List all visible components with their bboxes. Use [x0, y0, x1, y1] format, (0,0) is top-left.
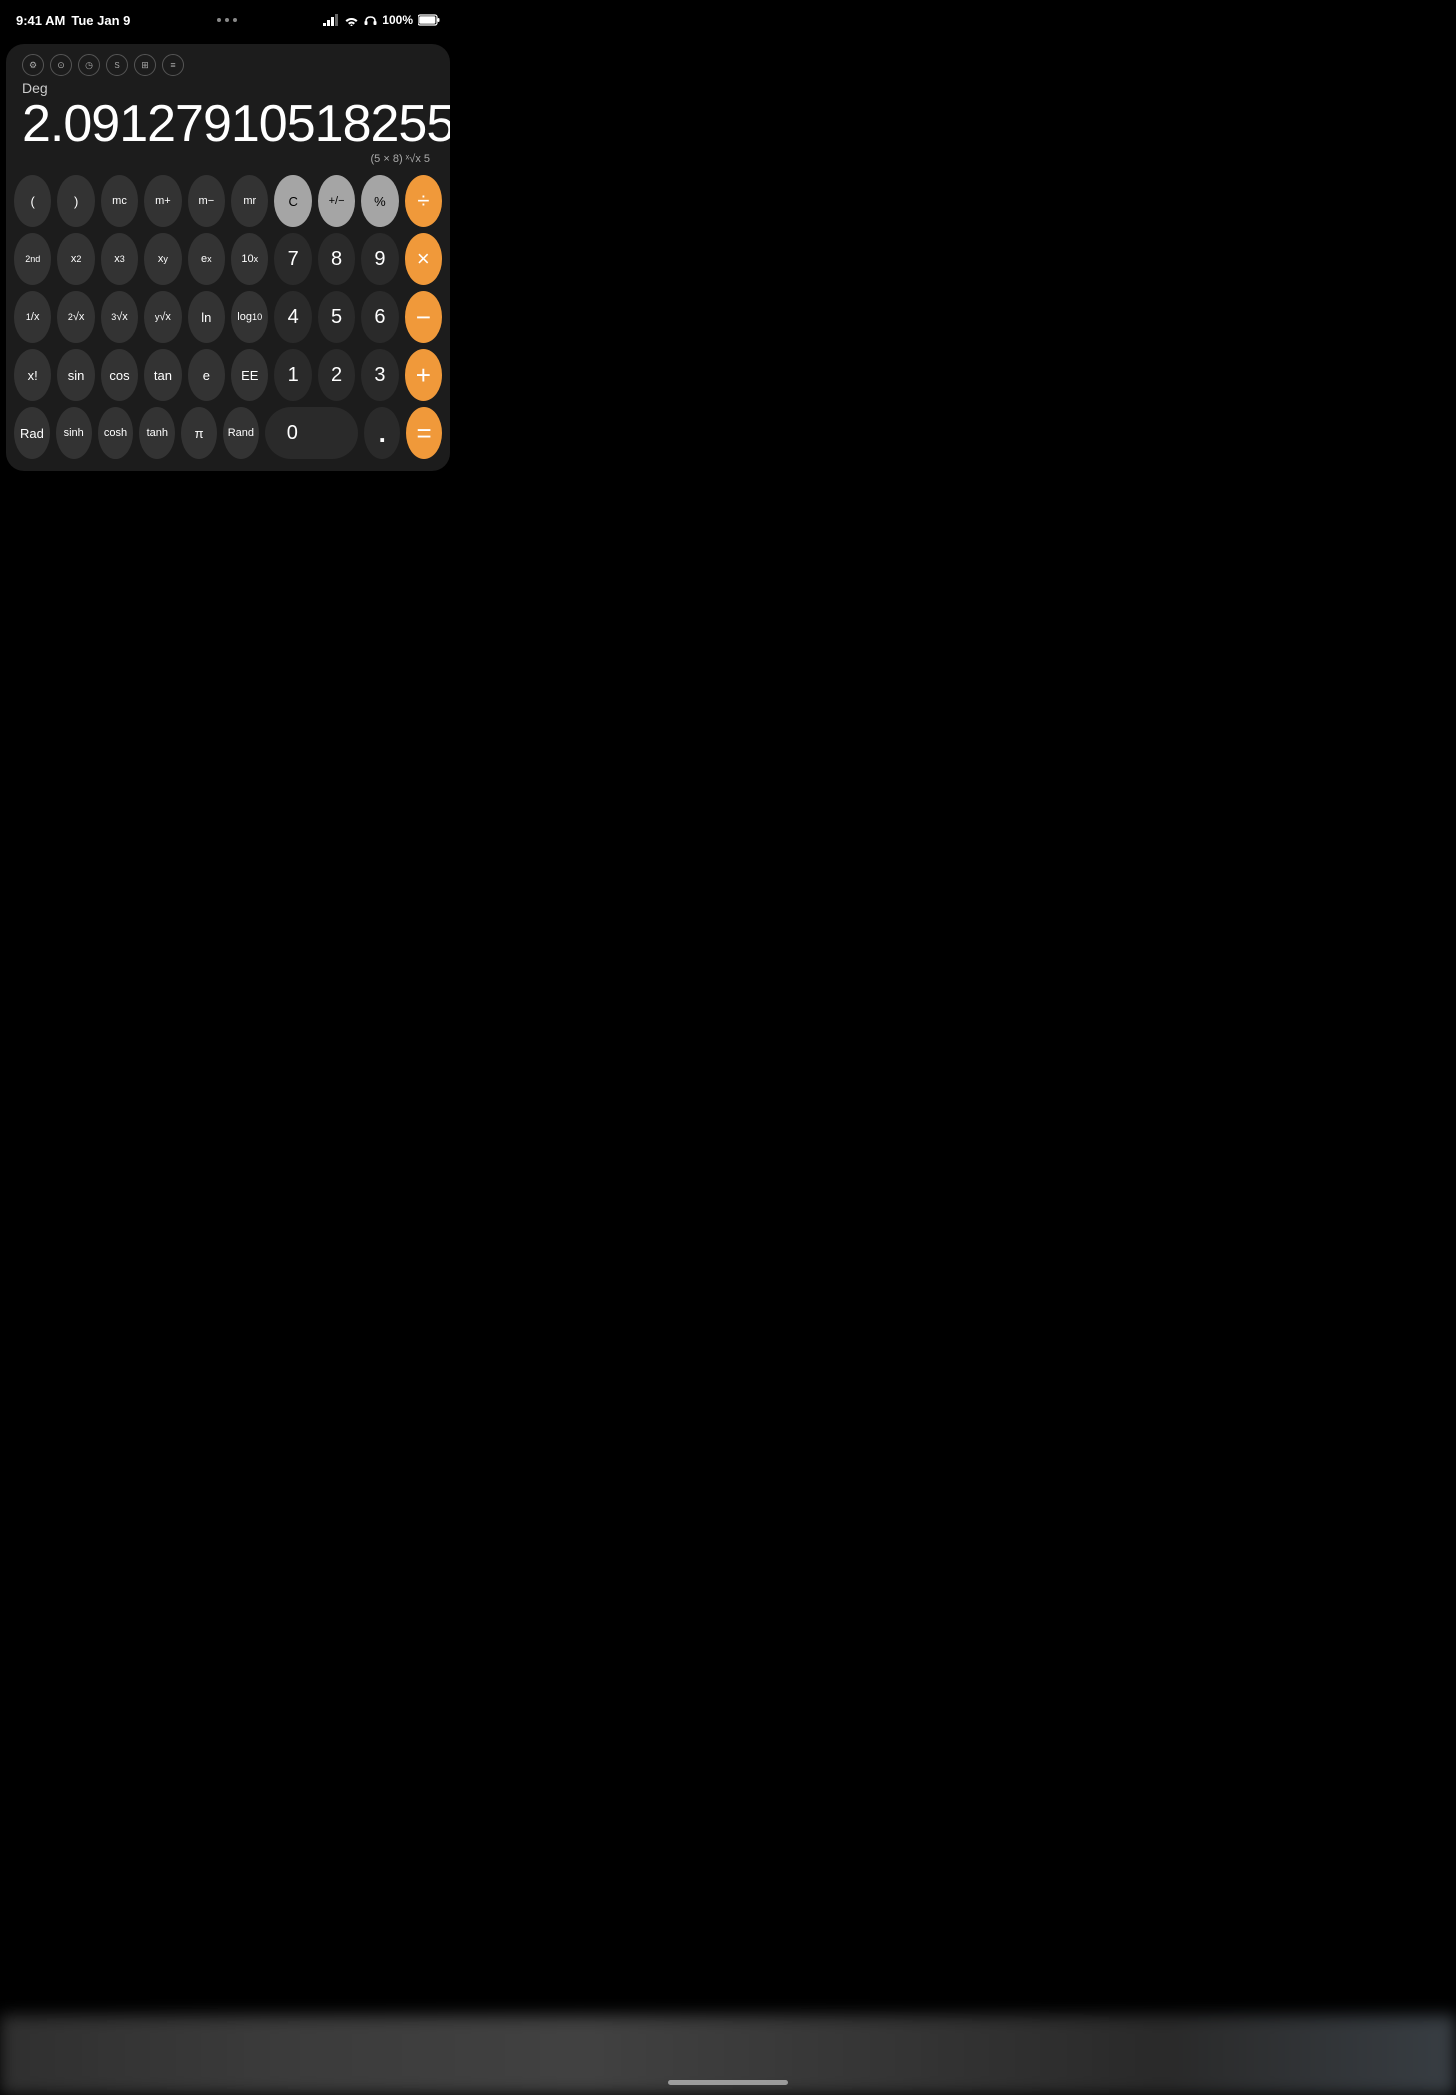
- display-annotation: (5 × 8) ˣ√x 5: [22, 153, 434, 165]
- status-date: Tue Jan 9: [71, 13, 130, 28]
- btn-rand[interactable]: Rand: [223, 407, 259, 459]
- btn-1overx[interactable]: 1/x: [14, 291, 51, 343]
- btn-1[interactable]: 1: [274, 349, 311, 401]
- battery-icon: [418, 14, 440, 26]
- button-row-2: 2nd x2 x3 xy ex 10x 7 8 9 ×: [14, 233, 442, 285]
- btn-plus[interactable]: +: [405, 349, 442, 401]
- calculator: ⚙ ⊙ ◷ S ⊞ ≡ Deg 2.09127910518255 (5 × 8)…: [6, 44, 450, 471]
- btn-tan[interactable]: tan: [144, 349, 181, 401]
- btn-3sqrtx[interactable]: 3√x: [101, 291, 138, 343]
- btn-x3[interactable]: x3: [101, 233, 138, 285]
- btn-ee[interactable]: EE: [231, 349, 268, 401]
- btn-sin[interactable]: sin: [57, 349, 94, 401]
- btn-plusminus[interactable]: +/−: [318, 175, 355, 227]
- status-time: 9:41 AM: [16, 13, 65, 28]
- button-grid: ( ) mc m+ m− mr C +/− % ÷ 2nd x2 x3 xy e…: [6, 169, 450, 471]
- btn-decimal[interactable]: .: [364, 407, 400, 459]
- btn-0[interactable]: 0: [265, 407, 359, 459]
- btn-2[interactable]: 2: [318, 349, 355, 401]
- btn-percent[interactable]: %: [361, 175, 398, 227]
- btn-ex[interactable]: ex: [188, 233, 225, 285]
- btn-rad[interactable]: Rad: [14, 407, 50, 459]
- btn-e[interactable]: e: [188, 349, 225, 401]
- spacer: [0, 479, 456, 539]
- grid-icon[interactable]: ⊞: [134, 54, 156, 76]
- btn-ln[interactable]: ln: [188, 291, 225, 343]
- gear-icon[interactable]: ⚙: [22, 54, 44, 76]
- btn-mc[interactable]: mc: [101, 175, 138, 227]
- btn-log10[interactable]: log10: [231, 291, 268, 343]
- btn-tanh[interactable]: tanh: [139, 407, 175, 459]
- btn-close-paren[interactable]: ): [57, 175, 94, 227]
- btn-minus[interactable]: −: [405, 291, 442, 343]
- wifi-icon: [344, 15, 359, 26]
- deg-mode[interactable]: Deg: [22, 80, 434, 96]
- btn-ysqrtx[interactable]: y√x: [144, 291, 181, 343]
- btn-mminus[interactable]: m−: [188, 175, 225, 227]
- btn-equals[interactable]: =: [406, 407, 442, 459]
- status-right: 100%: [323, 13, 440, 27]
- btn-7[interactable]: 7: [274, 233, 311, 285]
- btn-x2[interactable]: x2: [57, 233, 94, 285]
- btn-3[interactable]: 3: [361, 349, 398, 401]
- btn-mplus[interactable]: m+: [144, 175, 181, 227]
- btn-2nd[interactable]: 2nd: [14, 233, 51, 285]
- btn-10x[interactable]: 10x: [231, 233, 268, 285]
- s-icon[interactable]: S: [106, 54, 128, 76]
- clock-icon[interactable]: ◷: [78, 54, 100, 76]
- lines-icon[interactable]: ≡: [162, 54, 184, 76]
- button-row-4: x! sin cos tan e EE 1 2 3 +: [14, 349, 442, 401]
- btn-open-paren[interactable]: (: [14, 175, 51, 227]
- display-area: ⚙ ⊙ ◷ S ⊞ ≡ Deg 2.09127910518255 (5 × 8)…: [6, 44, 450, 169]
- button-row-1: ( ) mc m+ m− mr C +/− % ÷: [14, 175, 442, 227]
- btn-mr[interactable]: mr: [231, 175, 268, 227]
- btn-8[interactable]: 8: [318, 233, 355, 285]
- btn-cosh[interactable]: cosh: [98, 407, 134, 459]
- signal-icon: [323, 14, 339, 26]
- btn-9[interactable]: 9: [361, 233, 398, 285]
- button-row-3: 1/x 2√x 3√x y√x ln log10 4 5 6 −: [14, 291, 442, 343]
- headphones-icon: [364, 14, 377, 26]
- btn-pi[interactable]: π: [181, 407, 217, 459]
- btn-xy[interactable]: xy: [144, 233, 181, 285]
- btn-divide[interactable]: ÷: [405, 175, 442, 227]
- btn-sinh[interactable]: sinh: [56, 407, 92, 459]
- btn-multiply[interactable]: ×: [405, 233, 442, 285]
- btn-clear[interactable]: C: [274, 175, 311, 227]
- btn-cos[interactable]: cos: [101, 349, 138, 401]
- btn-5[interactable]: 5: [318, 291, 355, 343]
- display-icons: ⚙ ⊙ ◷ S ⊞ ≡: [22, 54, 434, 76]
- btn-2sqrtx[interactable]: 2√x: [57, 291, 94, 343]
- home-indicator: [668, 2080, 788, 2085]
- black-area: [0, 539, 456, 1339]
- circle-option-icon[interactable]: ⊙: [50, 54, 72, 76]
- btn-4[interactable]: 4: [274, 291, 311, 343]
- btn-factorial[interactable]: x!: [14, 349, 51, 401]
- battery-percent: 100%: [382, 13, 413, 27]
- status-center-dots: [217, 18, 237, 22]
- button-row-5: Rad sinh cosh tanh π Rand 0 . =: [14, 407, 442, 459]
- status-bar: 9:41 AM Tue Jan 9 100%: [0, 0, 456, 36]
- display-value: 2.09127910518255: [22, 96, 434, 153]
- btn-6[interactable]: 6: [361, 291, 398, 343]
